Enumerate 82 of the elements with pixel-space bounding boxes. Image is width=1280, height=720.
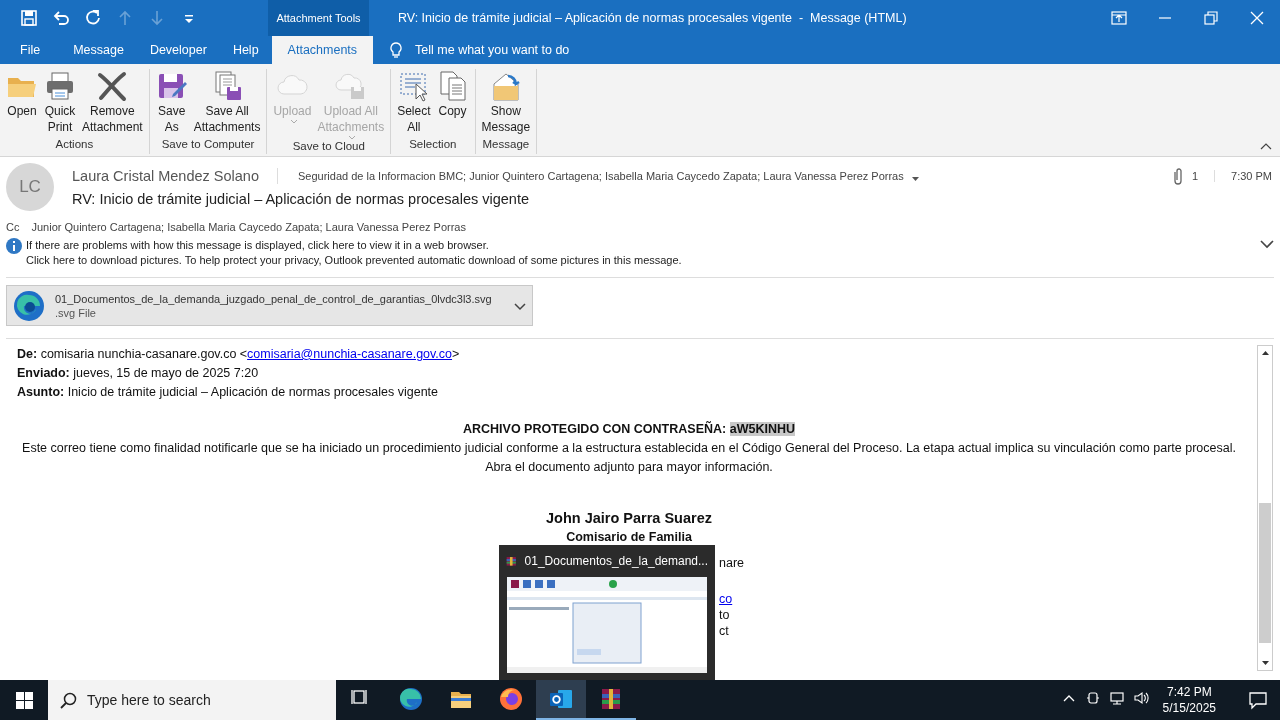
dropdown-caret-icon: [289, 119, 298, 124]
menu-tab[interactable]: File: [0, 36, 61, 64]
info-icon: [6, 238, 22, 254]
attachment-item[interactable]: 01_Documentos_de_la_demanda_juzgado_penal_de_control_de_garantias_0lvdc3l3.svg .svg File: [6, 285, 533, 326]
ribbon-button[interactable]: Save All Attachments: [190, 69, 264, 138]
network-icon[interactable]: [1108, 690, 1125, 706]
archive-app-icon: [599, 687, 623, 711]
received-time: 7:30 PM: [1214, 170, 1272, 182]
context-tab-label: Attachment Tools: [268, 0, 369, 36]
clock-time[interactable]: 7:42 PM: [1166, 684, 1212, 700]
body-paragraph: Abra el documento adjunto para mayor información.: [485, 460, 773, 474]
edge-browser-icon: [399, 687, 423, 711]
attachment-type: .svg File: [55, 306, 97, 319]
ribbon-button[interactable]: Copy: [433, 69, 472, 138]
window-title: RV: Inicio de trámite judicial – Aplicación de normas procesales vigente - Message (HTML): [398, 11, 908, 25]
signature-name: John Jairo Parra Suarez: [546, 510, 712, 526]
menu-tab[interactable]: Message: [60, 36, 137, 64]
ribbon-button[interactable]: Quick Print: [41, 69, 79, 138]
sender-name: Laura Cristal Mendez Solano: [72, 168, 278, 184]
text-fragment: to: [719, 608, 730, 622]
group-label: Actions: [54, 138, 95, 152]
outlook-icon: [549, 687, 573, 711]
dropdown-caret-icon[interactable]: [911, 177, 919, 181]
ribbon-button[interactable]: Save As: [152, 69, 191, 138]
speaker-icon[interactable]: [1132, 690, 1149, 706]
signature-title: Comisario de Familia: [566, 530, 692, 544]
group-label: Save to Computer: [160, 138, 256, 152]
info-bar-text[interactable]: If there are problems with how this message is displayed, click here to view it in a web browser.: [26, 238, 1256, 253]
scrollbar[interactable]: [1257, 345, 1273, 671]
attachment-count: 1: [1191, 170, 1199, 182]
cc-recipients: Junior Quintero Cartagena; Isabella Maria Caycedo Zapata; Laura Vanessa Perez Porras: [31, 221, 466, 233]
notifications-icon[interactable]: [1248, 690, 1268, 710]
recipients: Seguridad de la Informacion BMC; Junior Quintero Cartagena; Isabella Maria Caycedo Zapata; Laura Vanessa Perez Porras: [298, 170, 904, 182]
menu-tab[interactable]: Attachments: [271, 36, 374, 64]
menu-tab[interactable]: Help: [219, 36, 272, 64]
search-icon: [60, 692, 77, 709]
scroll-down-icon[interactable]: [1260, 660, 1270, 666]
ribbon-button[interactable]: Remove Attachment: [79, 69, 146, 138]
group-label: Save to Cloud: [291, 140, 366, 154]
window-preview[interactable]: 01_Documentos_de_la_demand...: [499, 545, 715, 680]
x-icon: [96, 70, 129, 102]
close-icon: [1248, 9, 1266, 27]
edge-browser-icon: [13, 289, 45, 322]
tell-me-field[interactable]: Tell me what you want to do: [415, 43, 656, 57]
chevron-down-icon[interactable]: [514, 302, 526, 311]
text-fragment: ct: [719, 624, 729, 638]
ribbon-button[interactable]: Show Message: [478, 69, 534, 138]
attachment-name: 01_Documentos_de_la_demanda_juzgado_penal_de_control_de_garantias_0lvdc3l3.svg: [55, 292, 493, 305]
taskbar-app-button[interactable]: [536, 680, 586, 720]
ribbon-button[interactable]: Select All: [394, 69, 434, 138]
avatar: LC: [6, 163, 54, 211]
restore-icon: [1202, 9, 1220, 27]
device-icon[interactable]: [1084, 690, 1101, 706]
ribbon-display-icon: [1110, 9, 1128, 27]
clock-date[interactable]: 5/15/2025: [1162, 700, 1216, 716]
scroll-up-icon[interactable]: [1260, 350, 1270, 356]
menu-tab[interactable]: Developer: [136, 36, 220, 64]
windows-logo-icon: [15, 691, 33, 709]
ribbon-button[interactable]: Open: [3, 69, 41, 138]
taskbar-search-field[interactable]: Type here to search: [48, 680, 336, 720]
collapse-ribbon-icon[interactable]: [1260, 142, 1272, 150]
printer-icon: [44, 70, 76, 102]
subject-line: Asunto: Inicio de trámite judicial – Aplicación de normas procesales vigente: [17, 384, 440, 401]
chevron-down-icon[interactable]: [1260, 239, 1274, 249]
group-label: Selection: [408, 138, 458, 152]
link-fragment[interactable]: co: [719, 592, 733, 606]
preview-title: 01_Documentos_de_la_demand...: [524, 554, 708, 568]
highlighted-password: aW5KINHU: [729, 422, 795, 436]
message-subject: RV: Inicio de trámite judicial – Aplicación de normas procesales vigente: [72, 191, 530, 207]
group-label: Message: [481, 138, 531, 152]
body-paragraph: Este correo tiene como finalidad notificarle que se ha iniciado un procedimiento judicial conforme a la estructura establecida en el Código General del Proceso. La etapa actual implica su vinculación como parte procesal.: [22, 441, 1236, 455]
cc-label: Cc: [6, 221, 20, 233]
sent-line: Enviado: jueves, 15 de mayo de 2025 7:20: [17, 365, 260, 382]
email-link[interactable]: comisaria@nunchia-casanare.gov.co: [247, 347, 453, 361]
firefox-browser-icon: [499, 687, 523, 711]
minimize-icon: [1159, 17, 1171, 19]
sender-line: De: comisaria nunchia-casanare.gov.co <comisaria@nunchia-casanare.gov.co>: [17, 346, 461, 363]
text-fragment: nare: [719, 556, 745, 570]
info-bar-text[interactable]: Click here to download pictures. To help protect your privacy, Outlook prevented automatic download of some pictures in this message.: [26, 252, 1256, 267]
select-all-icon: [397, 70, 430, 102]
dropdown-caret-icon: [348, 135, 357, 140]
password-text: ARCHIVO PROTEGIDO CON CONTRASEÑA:: [463, 422, 728, 436]
